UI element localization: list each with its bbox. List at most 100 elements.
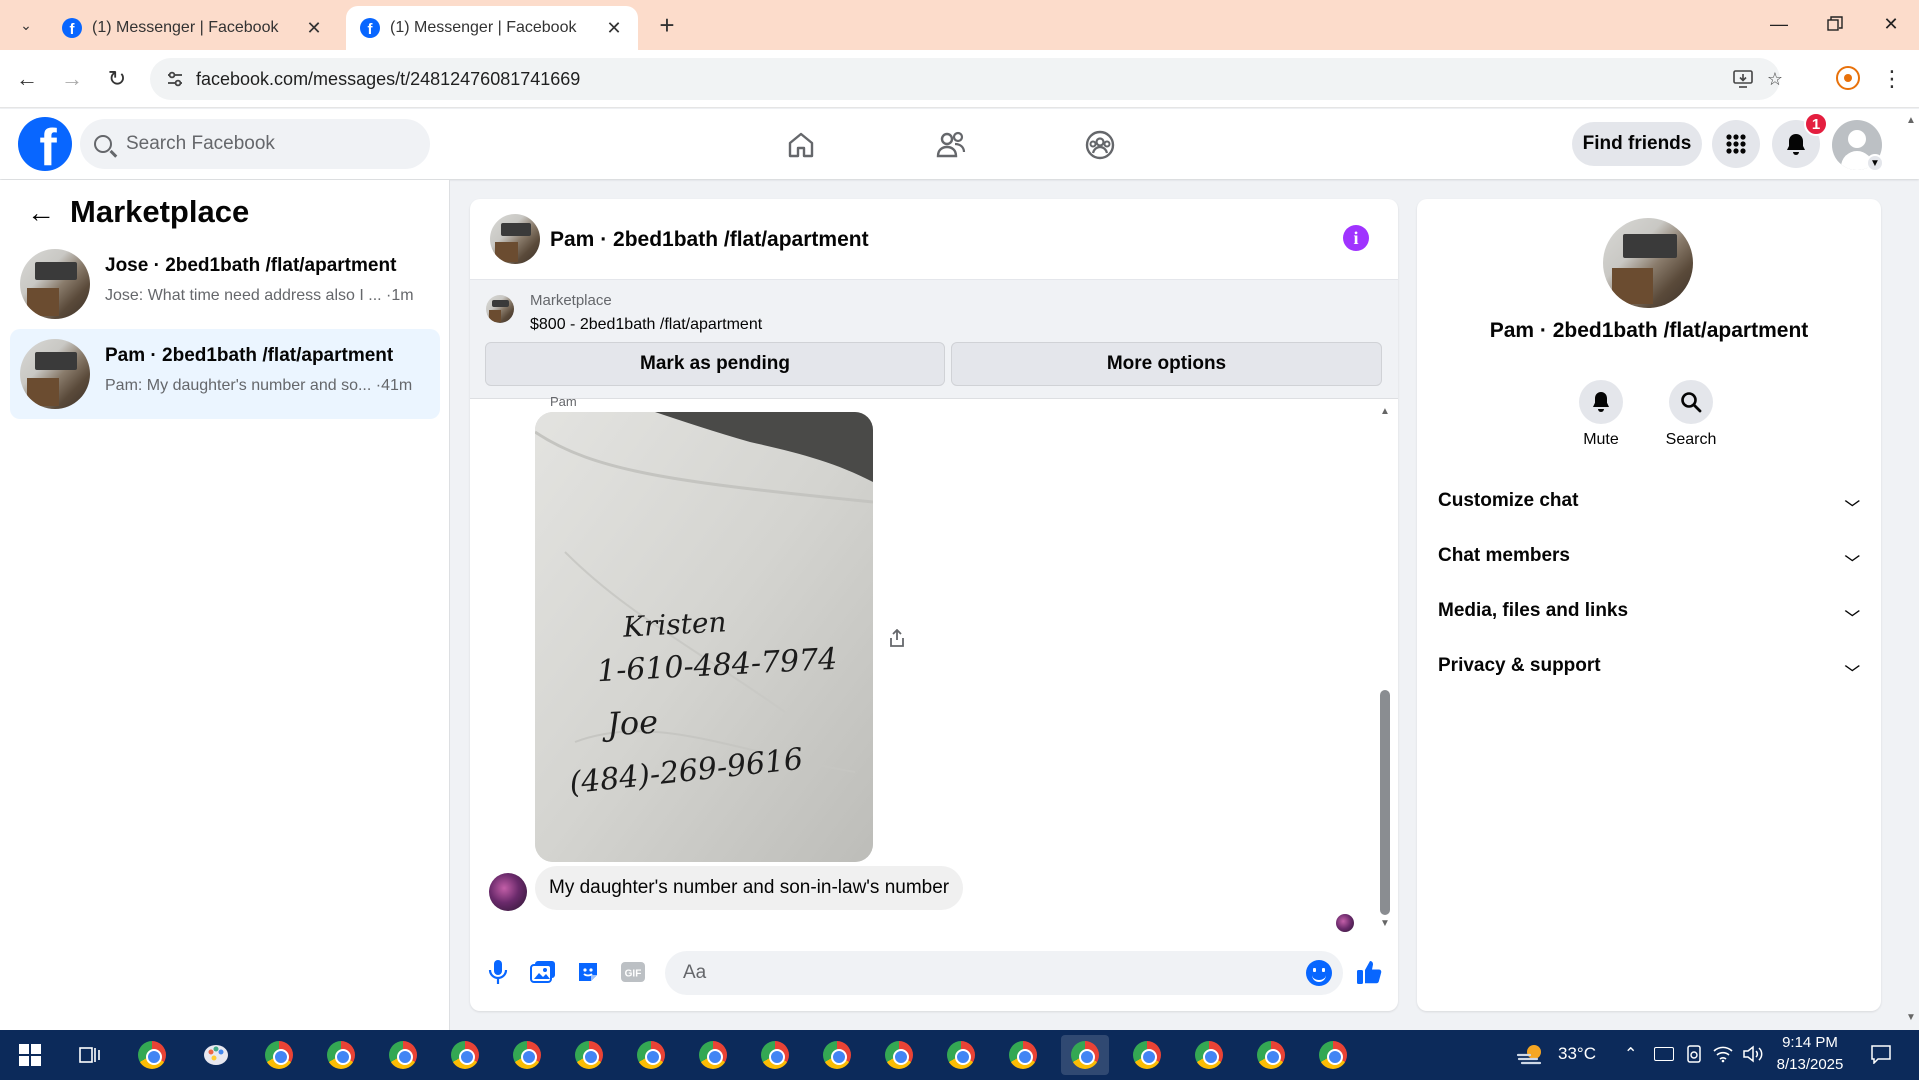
search-in-chat-button[interactable]	[1669, 380, 1713, 424]
clock-time[interactable]: 9:14 PM	[1770, 1034, 1850, 1051]
task-view-icon[interactable]	[66, 1035, 114, 1075]
sender-avatar[interactable]	[489, 873, 527, 911]
note-line: Kristen	[622, 605, 728, 644]
show-hidden-icons-icon[interactable]: ⌃	[1624, 1044, 1637, 1064]
chrome-profile-taskbar-icon[interactable]	[813, 1035, 861, 1075]
site-settings-icon[interactable]	[164, 68, 186, 90]
page-scroll-up-arrow[interactable]: ▲	[1904, 113, 1918, 127]
note-line: Joe	[606, 702, 659, 744]
info-icon[interactable]: i	[1343, 225, 1369, 251]
chrome-profile-taskbar-icon[interactable]	[689, 1035, 737, 1075]
chat-info-name: Pam · 2bed1bath /flat/apartment	[1489, 319, 1809, 342]
groups-nav-icon[interactable]	[1070, 120, 1130, 170]
page-scroll-down-arrow[interactable]: ▼	[1904, 1010, 1918, 1024]
install-app-icon[interactable]	[1730, 66, 1756, 92]
chrome-profile-taskbar-icon[interactable]	[1309, 1035, 1357, 1075]
browser-tab-2-active[interactable]: f (1) Messenger | Facebook ✕	[346, 6, 638, 50]
chrome-profile-taskbar-icon[interactable]	[627, 1035, 675, 1075]
chrome-profile-taskbar-icon[interactable]	[999, 1035, 1047, 1075]
chrome-profile-taskbar-icon-active[interactable]	[1061, 1035, 1109, 1075]
chat-members-section[interactable]: Chat members ⌵	[1428, 531, 1868, 581]
message-composer[interactable]	[665, 951, 1343, 995]
wifi-icon[interactable]	[1712, 1043, 1734, 1065]
mark-as-pending-button[interactable]: Mark as pending	[485, 342, 945, 386]
device-icon[interactable]	[1684, 1044, 1704, 1064]
chrome-taskbar-icon[interactable]	[128, 1035, 176, 1075]
chrome-profile-taskbar-icon[interactable]	[1185, 1035, 1233, 1075]
browser-menu-icon[interactable]: ⋮	[1880, 62, 1904, 96]
more-options-button[interactable]: More options	[951, 342, 1382, 386]
chat-info-avatar[interactable]	[1603, 218, 1693, 308]
home-nav-icon[interactable]	[771, 120, 831, 170]
photo-message-note[interactable]: Kristen 1-610-484-7974 Joe (484)-269-961…	[535, 412, 873, 862]
close-tab-icon[interactable]: ✕	[604, 18, 624, 39]
windows-start-icon[interactable]	[6, 1035, 54, 1075]
privacy-support-section[interactable]: Privacy & support ⌵	[1428, 641, 1868, 691]
chevron-down-icon[interactable]: ▼	[1866, 154, 1884, 172]
weather-temperature[interactable]: 33°C	[1558, 1044, 1596, 1064]
find-friends-button[interactable]: Find friends	[1572, 122, 1702, 166]
restore-window-icon[interactable]	[1806, 0, 1864, 48]
chrome-profile-taskbar-icon[interactable]	[751, 1035, 799, 1075]
mute-label: Mute	[1583, 431, 1619, 448]
message-input[interactable]	[681, 957, 1241, 989]
chrome-profile-taskbar-icon[interactable]	[1123, 1035, 1171, 1075]
omnibox[interactable]: facebook.com/messages/t/2481247608174166…	[150, 58, 1783, 100]
volume-icon[interactable]	[1742, 1043, 1764, 1065]
battery-icon[interactable]	[1654, 1047, 1674, 1061]
facebook-logo-icon[interactable]: f	[18, 117, 72, 171]
bookmark-star-icon[interactable]: ☆	[1762, 66, 1788, 92]
listing-title[interactable]: $800 - 2bed1bath /flat/apartment	[530, 316, 762, 334]
conversation-item[interactable]: Jose · 2bed1bath /flat/apartment Jose: W…	[10, 239, 440, 329]
url-text[interactable]: facebook.com/messages/t/2481247608174166…	[196, 69, 580, 90]
chat-header-avatar[interactable]	[490, 214, 540, 264]
notification-center-icon[interactable]	[1868, 1042, 1894, 1066]
chat-scroll-up-arrow[interactable]: ▲	[1378, 404, 1392, 418]
close-window-icon[interactable]: ✕	[1862, 0, 1919, 48]
conversation-item-active[interactable]: Pam · 2bed1bath /flat/apartment Pam: My …	[10, 329, 440, 419]
customize-chat-section[interactable]: Customize chat ⌵	[1428, 476, 1868, 526]
browser-tab-1[interactable]: f (1) Messenger | Facebook ✕	[48, 6, 338, 50]
reload-icon[interactable]: ↻	[100, 62, 134, 96]
back-arrow-icon[interactable]: ←	[26, 197, 56, 228]
chrome-profile-taskbar-icon[interactable]	[937, 1035, 985, 1075]
clock-date[interactable]: 8/13/2025	[1770, 1056, 1850, 1073]
chevron-down-icon: ⌵	[1845, 547, 1861, 564]
message-bubble[interactable]: My daughter's number and son-in-law's nu…	[535, 866, 964, 910]
back-nav-icon[interactable]: ←	[10, 62, 44, 96]
chrome-profile-taskbar-icon[interactable]	[875, 1035, 923, 1075]
browser-profile-icon[interactable]	[1836, 66, 1860, 90]
emoji-icon[interactable]	[1306, 960, 1332, 986]
minimize-window-icon[interactable]: —	[1750, 0, 1808, 48]
search-facebook-input[interactable]: Search Facebook	[80, 119, 430, 169]
chat-scroll-down-arrow[interactable]: ▼	[1378, 916, 1392, 930]
listing-thumbnail[interactable]	[486, 295, 514, 323]
mute-button[interactable]	[1579, 380, 1623, 424]
chrome-profile-taskbar-icon[interactable]	[1247, 1035, 1295, 1075]
conversation-preview: Pam: My daughter's number and so... ·41m	[105, 377, 413, 394]
gif-icon[interactable]: GIF	[616, 955, 650, 989]
forward-nav-icon[interactable]: →	[55, 62, 89, 96]
close-tab-icon[interactable]: ✕	[304, 18, 324, 39]
sticker-icon[interactable]	[571, 955, 605, 989]
weather-icon[interactable]	[1514, 1040, 1548, 1070]
friends-nav-icon[interactable]	[921, 120, 981, 170]
share-icon[interactable]	[886, 627, 908, 649]
new-tab-button[interactable]: +	[652, 10, 682, 40]
thumbs-up-icon[interactable]	[1352, 955, 1386, 989]
chrome-profile-taskbar-icon[interactable]	[255, 1035, 303, 1075]
chat-title[interactable]: Pam · 2bed1bath /flat/apartment	[550, 228, 869, 252]
section-label: Media, files and links	[1438, 600, 1629, 621]
voice-clip-icon[interactable]	[481, 955, 515, 989]
media-files-links-section[interactable]: Media, files and links ⌵	[1428, 586, 1868, 636]
paint-taskbar-icon[interactable]	[192, 1035, 240, 1075]
menu-grid-icon[interactable]	[1712, 120, 1760, 168]
chrome-profile-taskbar-icon[interactable]	[441, 1035, 489, 1075]
tab-search-dropdown-icon[interactable]: ⌄	[10, 10, 42, 40]
chrome-profile-taskbar-icon[interactable]	[503, 1035, 551, 1075]
chrome-profile-taskbar-icon[interactable]	[317, 1035, 365, 1075]
chrome-profile-taskbar-icon[interactable]	[379, 1035, 427, 1075]
chrome-profile-taskbar-icon[interactable]	[565, 1035, 613, 1075]
attach-photo-icon[interactable]	[526, 955, 560, 989]
chat-scrollbar-thumb[interactable]	[1380, 690, 1390, 915]
